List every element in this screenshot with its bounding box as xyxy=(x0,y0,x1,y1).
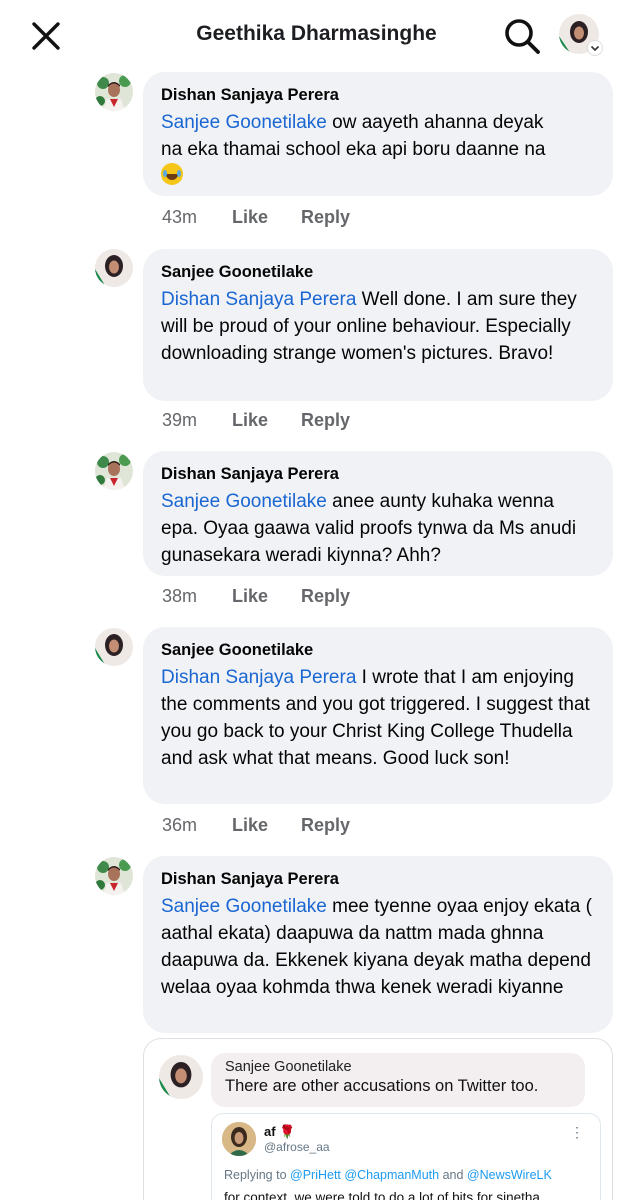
shared-image-card[interactable]: Sanjee Goonetilake There are other accus… xyxy=(143,1038,613,1200)
comment-author[interactable]: Dishan Sanjaya Perera xyxy=(161,868,595,890)
mention-link[interactable]: Dishan Sanjaya Perera xyxy=(161,667,356,688)
avatar[interactable] xyxy=(95,628,133,666)
like-button[interactable]: Like xyxy=(232,207,268,228)
like-button[interactable]: Like xyxy=(232,815,268,836)
search-icon xyxy=(505,19,540,54)
comment-bubble: Dishan Sanjaya Perera Sanjee Goonetilake… xyxy=(143,856,613,1033)
tweet-author-name: af 🌹 xyxy=(264,1124,296,1139)
avatar[interactable] xyxy=(95,452,133,490)
comment-time[interactable]: 36m xyxy=(162,815,197,836)
comment-text: Sanjee Goonetilake mee tyenne oyaa enjoy… xyxy=(161,896,592,998)
mention-link[interactable]: Dishan Sanjaya Perera xyxy=(161,289,356,310)
tweet-replying-to: Replying to @PriHett @ChapmanMuth and @N… xyxy=(224,1168,552,1182)
embedded-comment-author: Sanjee Goonetilake xyxy=(225,1059,352,1075)
tears-of-joy-emoji-icon xyxy=(161,163,183,185)
avatar[interactable] xyxy=(95,249,133,287)
mention-link[interactable]: Sanjee Goonetilake xyxy=(161,112,327,133)
top-bar: Geethika Dharmasinghe xyxy=(0,0,633,72)
comment-author[interactable]: Dishan Sanjaya Perera xyxy=(161,84,595,106)
avatar[interactable] xyxy=(95,857,133,895)
tweet-handle: @afrose_aa xyxy=(264,1140,330,1154)
comment-bubble: Dishan Sanjaya Perera Sanjee Goonetilake… xyxy=(143,72,613,196)
comment-time[interactable]: 39m xyxy=(162,410,197,431)
chevron-down-icon xyxy=(587,40,603,56)
comment-text: Dishan Sanjaya Perera I wrote that I am … xyxy=(161,667,590,769)
like-button[interactable]: Like xyxy=(232,586,268,607)
embedded-tweet: af 🌹 @afrose_aa ⋮ Replying to @PriHett @… xyxy=(211,1113,601,1200)
comment-time[interactable]: 43m xyxy=(162,207,197,228)
embedded-comment-text: There are other accusations on Twitter t… xyxy=(225,1077,539,1095)
tweet-body: for context, we were told to do a lot of… xyxy=(224,1190,540,1200)
comment-time[interactable]: 38m xyxy=(162,586,197,607)
search-button[interactable] xyxy=(502,16,542,56)
comment-author[interactable]: Sanjee Goonetilake xyxy=(161,639,595,661)
comment-text: Sanjee Goonetilake ow aayeth ahanna deya… xyxy=(161,109,595,190)
mention-link[interactable]: Sanjee Goonetilake xyxy=(161,896,327,917)
comment-bubble: Sanjee Goonetilake Dishan Sanjaya Perera… xyxy=(143,249,613,401)
reply-button[interactable]: Reply xyxy=(301,410,350,431)
more-options-icon: ⋮ xyxy=(570,1124,584,1140)
tweet-avatar xyxy=(222,1122,256,1156)
avatar xyxy=(159,1055,203,1099)
profile-menu-button[interactable] xyxy=(559,14,605,58)
comment-text: Sanjee Goonetilake anee aunty kuhaka wen… xyxy=(161,491,577,566)
comment-author[interactable]: Dishan Sanjaya Perera xyxy=(161,463,595,485)
comment-text: Dishan Sanjaya Perera Well done. I am su… xyxy=(161,289,577,364)
reply-button[interactable]: Reply xyxy=(301,815,350,836)
reply-button[interactable]: Reply xyxy=(301,207,350,228)
like-button[interactable]: Like xyxy=(232,410,268,431)
comment-author[interactable]: Sanjee Goonetilake xyxy=(161,261,595,283)
mention-link[interactable]: Sanjee Goonetilake xyxy=(161,491,327,512)
reply-button[interactable]: Reply xyxy=(301,586,350,607)
comment-bubble: Sanjee Goonetilake Dishan Sanjaya Perera… xyxy=(143,627,613,804)
comment-bubble: Dishan Sanjaya Perera Sanjee Goonetilake… xyxy=(143,451,613,576)
embedded-comment-bubble: Sanjee Goonetilake There are other accus… xyxy=(211,1053,585,1107)
avatar[interactable] xyxy=(95,73,133,111)
